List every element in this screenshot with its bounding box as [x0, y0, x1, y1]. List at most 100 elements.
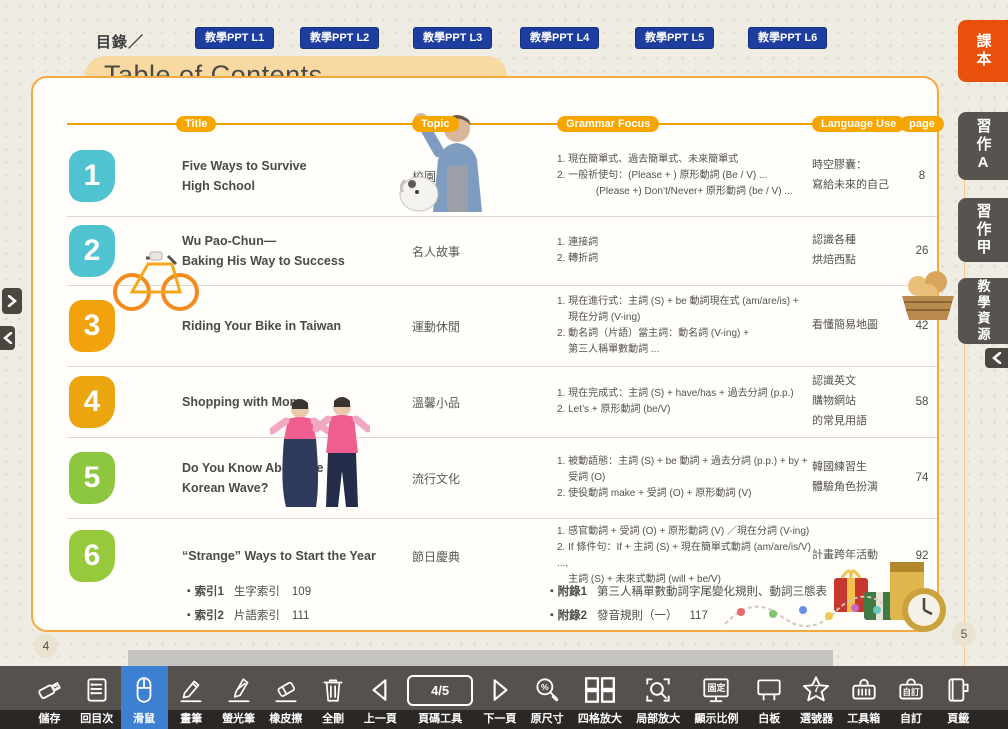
unit-number-badge: 5 — [69, 452, 115, 504]
table-row-unit3[interactable]: 3 Riding Your Bike in Taiwan 運動休閒 1. 現在進… — [67, 285, 937, 366]
pen-tool-button[interactable]: 畫筆 — [168, 666, 215, 729]
toc-header-row: Title Topic Grammar Focus Language Use p… — [67, 114, 937, 134]
toolbox-button[interactable]: 工具箱 — [840, 666, 887, 729]
book-page: Title Topic Grammar Focus Language Use p… — [31, 76, 939, 632]
column-header-language: Language Use — [812, 116, 905, 132]
four-grid-zoom-button[interactable]: 四格放大 — [571, 666, 629, 729]
tab-ppt-l6[interactable]: 教學PPT L6 — [748, 27, 827, 49]
four-grid-icon — [583, 672, 617, 708]
number-picker-button[interactable]: 7 選號器 — [793, 666, 840, 729]
ebook-reader: { "header": { "breadcrumb": "目錄／", "titl… — [0, 0, 1008, 729]
tab-ppt-l3[interactable]: 教學PPT L3 — [413, 27, 492, 49]
bottom-toolbar: 儲存 回目次 滑鼠 畫筆 螢光筆 — [0, 666, 1008, 729]
display-ratio-button[interactable]: 固定 顯示比例 — [687, 666, 745, 729]
mouse-icon — [129, 672, 159, 708]
trash-icon — [318, 672, 348, 708]
toolbox-icon — [849, 672, 879, 708]
unit-page: 8 — [907, 170, 937, 182]
tab-ppt-l2[interactable]: 教學PPT L2 — [300, 27, 379, 49]
chevron-left-icon — [992, 352, 1002, 364]
whiteboard-icon — [754, 672, 784, 708]
collapse-left-panel-button[interactable] — [0, 326, 15, 350]
column-header-topic: Topic — [412, 116, 459, 132]
unit-page: 26 — [907, 245, 937, 257]
save-button[interactable]: 儲存 — [26, 666, 73, 729]
highlighter-tool-button[interactable]: 螢光筆 — [215, 666, 262, 729]
fixed-ratio-monitor-icon: 固定 — [700, 672, 732, 708]
tab-ppt-l4[interactable]: 教學PPT L4 — [520, 27, 599, 49]
table-row-unit6[interactable]: 6 “Strange” Ways to Start the Year 節日慶典 … — [67, 518, 937, 593]
side-tab-workbook-jia[interactable]: 習作甲 — [958, 198, 1008, 262]
printed-page-number-left: 4 — [34, 634, 58, 658]
column-header-grammar: Grammar Focus — [557, 116, 659, 132]
unit-page: 74 — [907, 472, 937, 484]
custom-toolbox-button[interactable]: 自訂 自訂 — [888, 666, 935, 729]
unit-topic: 節日慶典 — [412, 548, 557, 565]
unit-topic: 校園生活 — [412, 168, 557, 185]
usb-save-icon — [35, 672, 65, 708]
unit-grammar: 1. 現在進行式：主詞 (S) + be 動詞現在式 (am/are/is) +… — [557, 294, 812, 358]
eraser-icon — [271, 672, 301, 708]
expand-left-panel-button[interactable] — [2, 288, 22, 314]
toc-rows: 1 Five Ways to Survive High School 校園生活 … — [67, 136, 937, 593]
tab-ppt-l1[interactable]: 教學PPT L1 — [195, 27, 274, 49]
mouse-tool-button[interactable]: 滑鼠 — [121, 666, 168, 729]
unit-number-badge: 1 — [69, 150, 115, 202]
unit-grammar: 1. 現在完成式：主詞 (S) + have/has + 過去分詞 (p.p.)… — [557, 386, 812, 418]
pencil-icon — [176, 672, 206, 708]
unit-title: Five Ways to Survive High School — [182, 156, 412, 196]
column-header-page: page — [900, 116, 944, 132]
unit-grammar: 1. 被動語態：主詞 (S) + be 動詞 + 過去分詞 (p.p.) + b… — [557, 454, 812, 502]
triangle-left-icon — [365, 672, 395, 708]
appendix-entry: ・附錄2發音規則（一）117 — [546, 607, 857, 623]
unit-title: “Strange” Ways to Start the Year — [182, 546, 412, 566]
unit-title: Do You Know About the Korean Wave? — [182, 458, 412, 498]
unit-grammar: 1. 連接詞 2. 轉折詞 — [557, 235, 812, 267]
column-header-title: Title — [176, 116, 216, 132]
custom-case-icon: 自訂 — [896, 672, 926, 708]
highlighter-pen-icon — [224, 672, 254, 708]
tab-ppt-l5[interactable]: 教學PPT L5 — [635, 27, 714, 49]
table-row-unit4[interactable]: 4 Shopping with Mom 溫馨小品 1. 現在完成式：主詞 (S)… — [67, 366, 937, 437]
unit-number-badge: 2 — [69, 225, 115, 277]
next-page-button[interactable]: 下一頁 — [476, 666, 523, 729]
star-number-icon: 7 — [800, 672, 832, 708]
side-tab-workbook-a[interactable]: 習作A — [958, 112, 1008, 180]
table-row-unit2[interactable]: 2 Wu Pao-Chun— Baking His Way to Success… — [67, 216, 937, 285]
previous-page-button[interactable]: 上一頁 — [357, 666, 404, 729]
unit-page: 58 — [907, 396, 937, 408]
page-tabs-button[interactable]: 頁籤 — [935, 666, 982, 729]
original-size-button[interactable]: % 原尺寸 — [524, 666, 571, 729]
page-number-tool[interactable]: 4/5 頁碼工具 — [404, 666, 476, 729]
unit-title: Shopping with Mom — [182, 392, 412, 412]
region-zoom-icon — [643, 672, 673, 708]
unit-language-use: 計畫跨年活動 — [812, 546, 907, 566]
unit-number-badge: 4 — [69, 376, 115, 428]
appendix-entry: ・附錄1第三人稱單數動詞字尾變化規則、動詞三態表112 — [546, 583, 857, 599]
whiteboard-button[interactable]: 白板 — [746, 666, 793, 729]
unit-language-use: 看懂簡易地圖 — [812, 316, 907, 336]
unit-grammar: 1. 感官動詞 + 受詞 (O) + 原形動詞 (V) ／現在分詞 (V-ing… — [557, 524, 812, 588]
side-tab-teaching-resources[interactable]: 教學資源 — [958, 278, 1008, 344]
table-of-contents-icon — [82, 672, 112, 708]
unit-topic: 名人故事 — [412, 243, 557, 260]
delete-all-button[interactable]: 全刪 — [310, 666, 357, 729]
side-tab-textbook[interactable]: 課本 — [958, 20, 1008, 82]
page-indicator-value[interactable]: 4/5 — [407, 675, 473, 706]
eraser-tool-button[interactable]: 橡皮擦 — [262, 666, 309, 729]
unit-page: 42 — [907, 320, 937, 332]
table-row-unit1[interactable]: 1 Five Ways to Survive High School 校園生活 … — [67, 136, 937, 216]
collapse-side-tabs-button[interactable] — [985, 348, 1008, 368]
horizontal-scrollbar[interactable] — [128, 650, 833, 666]
svg-text:%: % — [541, 682, 549, 692]
region-zoom-button[interactable]: 局部放大 — [629, 666, 687, 729]
unit-topic: 運動休閒 — [412, 318, 557, 335]
unit-language-use: 認識英文 購物網站 的常見用語 — [812, 372, 907, 431]
table-row-unit5[interactable]: 5 Do You Know About the Korean Wave? 流行文… — [67, 437, 937, 518]
back-to-toc-button[interactable]: 回目次 — [73, 666, 120, 729]
appendix-section: ・索引1生字索引109 ・索引2片語索引111 ・附錄1第三人稱單數動詞字尾變化… — [183, 583, 923, 623]
unit-topic: 流行文化 — [412, 470, 557, 487]
unit-topic: 溫馨小品 — [412, 394, 557, 411]
page-indicator: 4/5 — [407, 672, 473, 708]
printed-page-number-right: 5 — [952, 622, 976, 646]
